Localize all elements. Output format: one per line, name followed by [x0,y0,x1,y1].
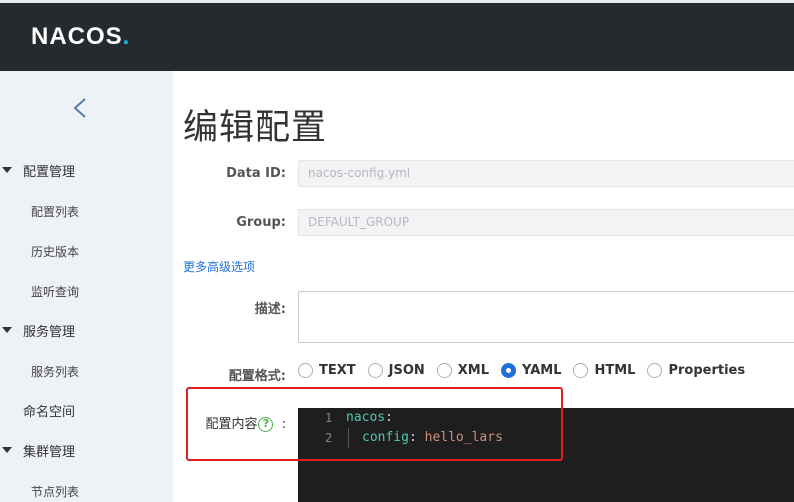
radio-html[interactable]: HTML [573,363,635,378]
group-label: Group: [236,215,286,230]
radio-circle [573,363,589,378]
page-title: 编辑配置 [183,108,328,148]
format-radio-group: TEXT JSON XML YAML HTML Properties [298,363,757,378]
radio-label: HTML [594,363,636,378]
radio-yaml[interactable]: YAML [501,363,561,378]
format-label: 配置格式: [228,369,286,384]
logo-dot: . [122,23,131,50]
group-input[interactable]: DEFAULT_GROUP [298,209,794,236]
sidebar-item-service-list[interactable]: 服务列表 [31,363,79,380]
radio-xml[interactable]: XML [436,363,490,378]
more-options-link[interactable]: 更多高级选项 [183,258,255,275]
radio-json[interactable]: JSON [367,363,425,378]
sidebar-item-history[interactable]: 历史版本 [31,243,79,260]
radio-properties[interactable]: Properties [647,363,745,378]
logo-text: NACOS [31,23,123,50]
sidebar-item-namespace[interactable]: 命名空间 [23,401,75,420]
radio-text[interactable]: TEXT [298,363,356,378]
radio-label: XML [457,363,490,378]
radio-circle [436,363,452,378]
highlight-annotation-box [186,387,563,461]
caret-down-icon [2,327,12,333]
top-header: NACOS. [0,0,794,71]
caret-down-icon [2,167,12,173]
radio-label: YAML [522,363,562,378]
sidebar-group-label: 服务管理 [23,324,76,340]
sidebar: 配置管理 配置列表 历史版本 监听查询 服务管理 服务列表 命名空间 集群管理 … [0,71,173,502]
sidebar-group-cluster[interactable]: 集群管理 [0,440,75,460]
description-textarea[interactable] [298,291,794,343]
radio-circle [367,363,383,378]
data-id-label: Data ID: [226,166,286,181]
sidebar-group-label: 配置管理 [23,164,76,180]
caret-down-icon [2,447,12,453]
sidebar-group-service[interactable]: 服务管理 [0,320,75,340]
sidebar-item-config-list[interactable]: 配置列表 [31,203,79,220]
radio-label: TEXT [319,363,356,378]
radio-label: JSON [388,363,425,378]
data-id-input[interactable]: nacos-config.yml [298,160,794,187]
nacos-logo[interactable]: NACOS. [31,23,130,51]
radio-label: Properties [668,363,746,378]
radio-circle [647,363,663,378]
chevron-left-icon[interactable] [70,96,90,120]
sidebar-group-config[interactable]: 配置管理 [0,160,75,180]
sidebar-item-listener-query[interactable]: 监听查询 [31,283,79,300]
description-label: 描述: [254,302,286,317]
radio-circle-selected [501,363,517,378]
sidebar-group-label: 集群管理 [23,444,76,460]
radio-circle [298,363,313,378]
sidebar-item-node-list[interactable]: 节点列表 [31,483,79,500]
